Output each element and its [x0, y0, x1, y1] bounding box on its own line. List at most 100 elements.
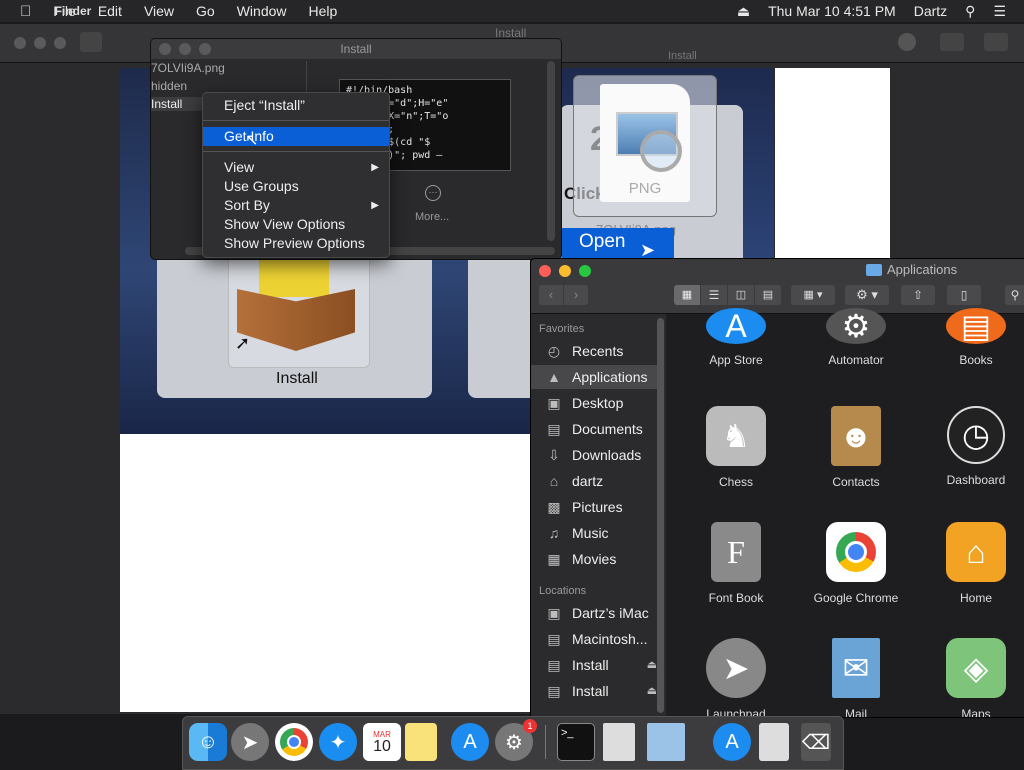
sidebar-scrollbar[interactable]: [657, 318, 664, 713]
dock-system-preferences-icon[interactable]: ⚙ 1: [495, 719, 537, 761]
dock-safari-icon[interactable]: ✦: [319, 723, 357, 761]
app-automator[interactable]: ⚙ Automator: [801, 308, 911, 367]
icon-view-button[interactable]: ▦: [674, 285, 700, 305]
share-icon[interactable]: ⇧: [901, 285, 935, 305]
menu-item-get-info[interactable]: Get Info: [203, 127, 389, 146]
scrollbar[interactable]: [547, 61, 555, 241]
tabs-icon[interactable]: [984, 33, 1008, 51]
file-item[interactable]: Install: [151, 97, 205, 111]
dock-app-store-icon[interactable]: A: [451, 723, 489, 761]
menu-item-eject[interactable]: Eject “Install”: [203, 96, 389, 115]
rocket-icon: ➤: [706, 638, 766, 698]
tab-label: Install: [668, 50, 697, 62]
group-button[interactable]: ▦ ▾: [791, 285, 835, 305]
mail-stamp-icon: ✉: [832, 638, 880, 698]
minimize-button[interactable]: [559, 265, 571, 277]
more-icon[interactable]: ⋯: [425, 185, 441, 201]
disk-icon: ▤: [547, 631, 561, 647]
app-mail[interactable]: ✉ Mail: [801, 638, 911, 717]
dock-app-store-download-icon[interactable]: A: [713, 723, 751, 761]
close-button[interactable]: [159, 43, 171, 55]
menu-help[interactable]: Help: [309, 3, 338, 19]
gear-icon[interactable]: ⚙ ▾: [845, 285, 889, 305]
notification-center-icon[interactable]: ☰: [993, 3, 1006, 20]
menu-window[interactable]: Window: [237, 3, 287, 19]
dock-preview-icon[interactable]: [647, 723, 685, 761]
dock-chrome-icon[interactable]: [275, 723, 313, 761]
search-icon[interactable]: ⚲: [1005, 285, 1024, 305]
app-google-chrome[interactable]: Google Chrome: [801, 522, 911, 605]
gallery-view-button[interactable]: ▤: [755, 285, 781, 305]
share-icon[interactable]: [940, 33, 964, 51]
sidebar-item-documents[interactable]: ▤ Documents: [531, 417, 657, 441]
list-view-button[interactable]: ☰: [701, 285, 727, 305]
menu-item-show-preview-options[interactable]: Show Preview Options: [203, 234, 389, 253]
app-home[interactable]: ⌂ Home: [921, 522, 1024, 605]
dock-launchpad-icon[interactable]: ➤: [231, 723, 269, 761]
app-launchpad[interactable]: ➤ Launchpad: [681, 638, 791, 717]
sidebar-item-applications[interactable]: ▲ Applications: [531, 365, 657, 389]
menu-item-show-view-options[interactable]: Show View Options: [203, 215, 389, 234]
app-books[interactable]: ▤ Books: [921, 308, 1024, 367]
eject-icon[interactable]: ⏏: [737, 3, 750, 20]
app-contacts[interactable]: ☻ Contacts: [801, 406, 911, 489]
download-icon[interactable]: [898, 33, 916, 51]
document-icon: ▤: [547, 421, 561, 437]
minimize-button[interactable]: [179, 43, 191, 55]
dock-terminal-icon[interactable]: >_: [557, 723, 595, 761]
dock-notes-icon[interactable]: [405, 723, 437, 761]
sidebar-item-imac[interactable]: ▣ Dartz’s iMac: [531, 601, 657, 625]
tag-icon[interactable]: ▯: [947, 285, 981, 305]
sidebar-item-macintosh-hd[interactable]: ▤ Macintosh...: [531, 627, 657, 651]
menu-item-view[interactable]: View ▶: [203, 158, 389, 177]
dashboard-icon: ◷: [947, 406, 1005, 464]
eject-icon[interactable]: ⏏: [647, 653, 657, 677]
sidebar-item-dartz[interactable]: ⌂ dartz: [531, 469, 657, 493]
menu-go[interactable]: Go: [196, 3, 215, 19]
eject-icon[interactable]: ⏏: [647, 679, 657, 703]
back-button[interactable]: [80, 32, 102, 52]
sidebar-item-install[interactable]: ▤ Install ⏏: [531, 653, 657, 677]
menu-app-finder[interactable]: Finder: [18, 4, 128, 18]
dock-disk-image-icon[interactable]: [759, 723, 789, 761]
sidebar-item-desktop[interactable]: ▣ Desktop: [531, 391, 657, 415]
sidebar-item-pictures[interactable]: ▩ Pictures: [531, 495, 657, 519]
sidebar-item-recents[interactable]: ◴ Recents: [531, 339, 657, 363]
app-app-store[interactable]: A App Store: [681, 308, 791, 367]
back-button[interactable]: ‹: [539, 285, 563, 305]
menu-item-sort-by[interactable]: Sort By ▶: [203, 196, 389, 215]
menu-view[interactable]: View: [144, 3, 174, 19]
forward-button[interactable]: ›: [564, 285, 588, 305]
zoom-button[interactable]: [54, 37, 66, 49]
clock[interactable]: Thu Mar 10 4:51 PM: [768, 3, 896, 19]
app-maps[interactable]: ◈ Maps: [921, 638, 1024, 717]
column-view-button[interactable]: ◫: [728, 285, 754, 305]
sidebar-item-downloads[interactable]: ⇩ Downloads: [531, 443, 657, 467]
app-chess[interactable]: ♞ Chess: [681, 406, 791, 489]
minimize-button[interactable]: [34, 37, 46, 49]
dock-calendar-icon[interactable]: MAR 10: [363, 723, 401, 761]
zoom-button[interactable]: [579, 265, 591, 277]
png-file-icon[interactable]: PNG: [600, 84, 690, 202]
menu-item-use-groups[interactable]: Use Groups: [203, 177, 389, 196]
app-dashboard[interactable]: ◷ Dashboard: [921, 406, 1024, 487]
dock: ☺ ➤ ✦ MAR 10 A ⚙ 1 >_ A ⌫: [182, 716, 844, 770]
sidebar-item-movies[interactable]: ▦ Movies: [531, 547, 657, 571]
open-button[interactable]: Open: [562, 228, 674, 258]
install-package-icon[interactable]: ➚: [228, 248, 370, 368]
dock-trash-icon[interactable]: ⌫: [801, 723, 831, 761]
menu-separator: [203, 151, 389, 152]
app-font-book[interactable]: F Font Book: [681, 522, 791, 605]
file-item[interactable]: hidden: [151, 79, 187, 93]
close-button[interactable]: [14, 37, 26, 49]
dock-finder-icon[interactable]: ☺: [189, 723, 227, 761]
dock-document-icon[interactable]: [603, 723, 635, 761]
more-label[interactable]: More...: [415, 211, 449, 223]
close-button[interactable]: [539, 265, 551, 277]
sidebar-item-install[interactable]: ▤ Install ⏏: [531, 679, 657, 703]
file-item[interactable]: 7OLVIi9A.png: [151, 61, 225, 75]
user-name[interactable]: Dartz: [914, 3, 947, 19]
zoom-button[interactable]: [199, 43, 211, 55]
sidebar-item-music[interactable]: ♫ Music: [531, 521, 657, 545]
spotlight-icon[interactable]: ⚲: [965, 3, 975, 20]
